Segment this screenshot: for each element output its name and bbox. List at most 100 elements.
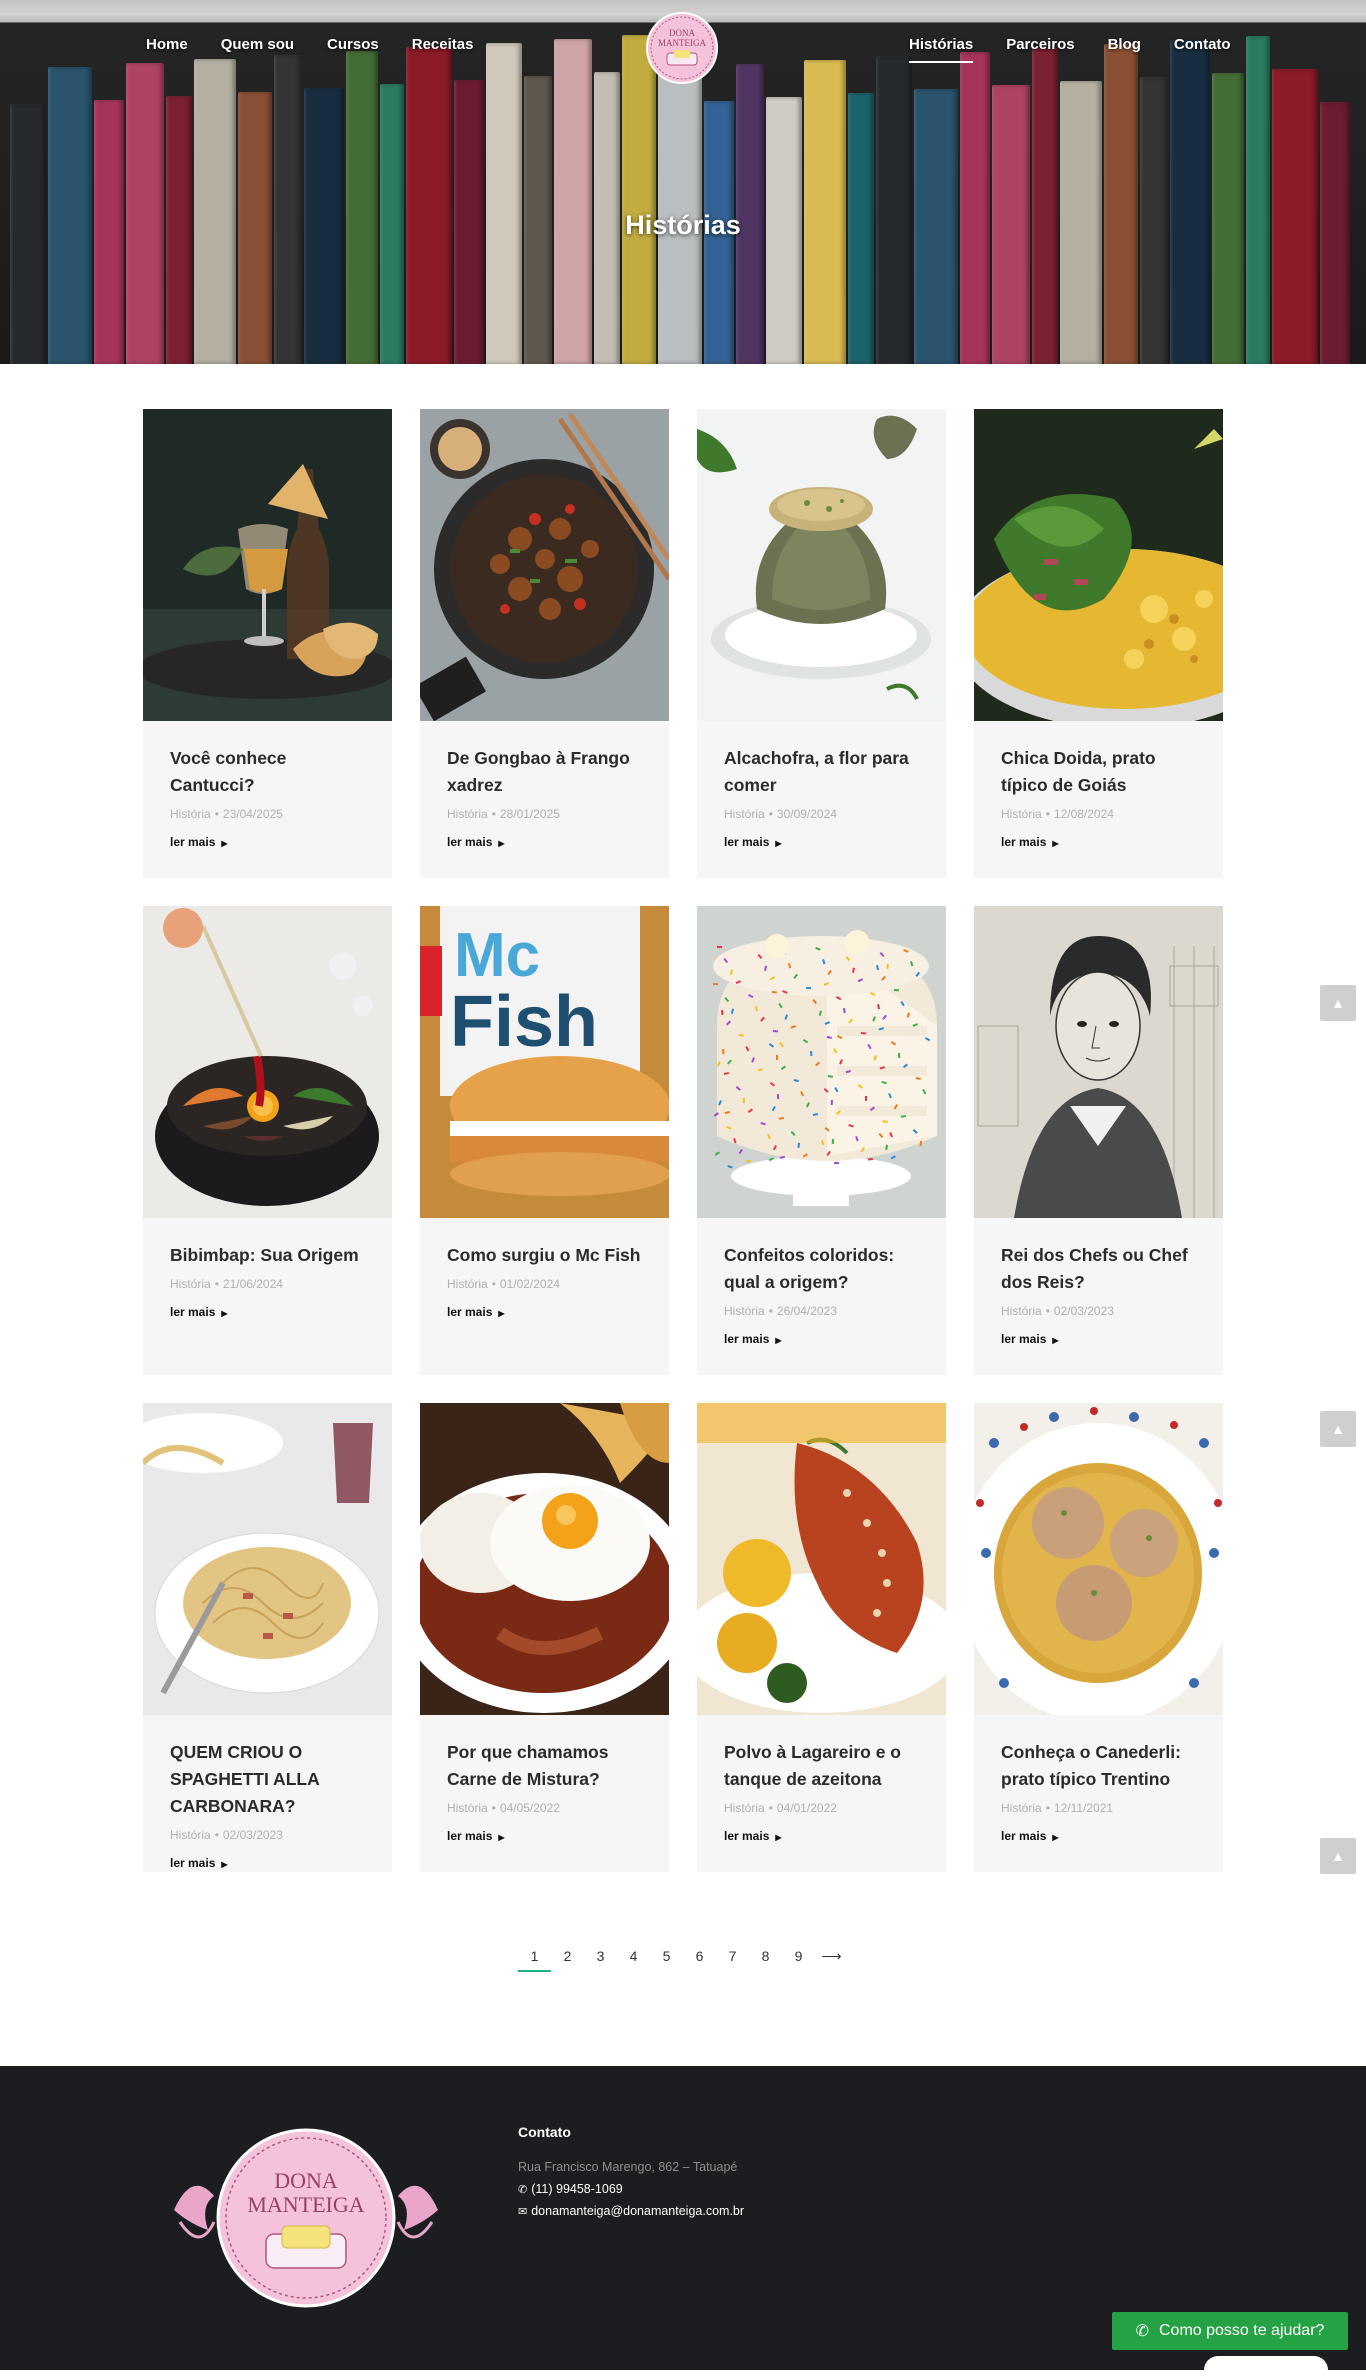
chat-widget-tab[interactable] <box>1204 2356 1328 2376</box>
post-title[interactable]: Alcachofra, a flor para comer <box>724 745 919 799</box>
read-more-link[interactable]: ler mais ▶ <box>724 835 782 849</box>
post-thumbnail[interactable] <box>974 906 1223 1218</box>
read-more-link[interactable]: ler mais ▶ <box>1001 1332 1059 1346</box>
post-category[interactable]: História <box>447 807 488 821</box>
page-link-6[interactable]: 6 <box>683 1948 716 1972</box>
post-card[interactable]: Por que chamamos Carne de Mistura? Histó… <box>420 1403 669 1872</box>
nav-parceiros[interactable]: Parceiros <box>1006 36 1074 63</box>
post-card[interactable]: Bibimbap: Sua Origem História • 21/06/2024… <box>143 906 392 1375</box>
site-logo[interactable]: DONA MANTEIGA <box>638 6 726 90</box>
post-title[interactable]: De Gongbao à Frango xadrez <box>447 745 642 799</box>
post-title[interactable]: Polvo à Lagareiro e o tanque de azeitona <box>724 1739 919 1793</box>
read-more-label: ler mais <box>1001 1332 1047 1346</box>
post-card[interactable]: Alcachofra, a flor para comer História • 3… <box>697 409 946 878</box>
post-category[interactable]: História <box>170 807 211 821</box>
post-thumbnail[interactable] <box>974 409 1223 721</box>
post-thumbnail[interactable] <box>697 1403 946 1715</box>
scroll-top-button[interactable]: ▲ <box>1320 1411 1356 1447</box>
read-more-link[interactable]: ler mais ▶ <box>170 1856 228 1870</box>
read-more-link[interactable]: ler mais ▶ <box>447 1305 505 1319</box>
post-title[interactable]: Conheça o Canederli: prato típico Trenti… <box>1001 1739 1196 1793</box>
read-more-link[interactable]: ler mais ▶ <box>1001 1829 1059 1843</box>
post-title[interactable]: Bibimbap: Sua Origem <box>170 1242 365 1269</box>
nav-contato[interactable]: Contato <box>1174 36 1231 63</box>
post-category[interactable]: História <box>447 1801 488 1815</box>
post-thumbnail[interactable] <box>143 409 392 721</box>
read-more-link[interactable]: ler mais ▶ <box>447 835 505 849</box>
page-link-3[interactable]: 3 <box>584 1948 617 1972</box>
read-more-link[interactable]: ler mais ▶ <box>1001 835 1059 849</box>
post-category[interactable]: História <box>1001 1304 1042 1318</box>
page-link-9[interactable]: 9 <box>782 1948 815 1972</box>
post-card[interactable]: Você conhece Cantucci? História • 23/04/20… <box>143 409 392 878</box>
post-title[interactable]: Como surgiu o Mc Fish <box>447 1242 642 1269</box>
post-thumbnail[interactable] <box>697 409 946 721</box>
post-category[interactable]: História <box>1001 1801 1042 1815</box>
nav-home[interactable]: Home <box>146 36 188 61</box>
post-card[interactable]: Mc Fish Como surgiu o Mc Fish História • 01… <box>420 906 669 1375</box>
page-link-2[interactable]: 2 <box>551 1948 584 1972</box>
read-more-label: ler mais <box>1001 835 1047 849</box>
read-more-label: ler mais <box>724 835 770 849</box>
svg-text:MANTEIGA: MANTEIGA <box>658 38 706 48</box>
nav-receitas[interactable]: Receitas <box>412 36 474 61</box>
post-category[interactable]: História <box>170 1828 211 1842</box>
post-thumbnail[interactable] <box>420 1403 669 1715</box>
phone-number[interactable]: (11) 99458-1069 <box>531 2182 623 2196</box>
post-card[interactable]: Rei dos Chefs ou Chef dos Reis? História… <box>974 906 1223 1375</box>
post-card[interactable]: QUEM CRIOU O SPAGHETTI ALLA CARBONARA? H… <box>143 1403 392 1872</box>
contact-phone[interactable]: ✆ (11) 99458-1069 <box>518 2182 744 2196</box>
post-title[interactable]: Rei dos Chefs ou Chef dos Reis? <box>1001 1242 1196 1296</box>
page-link-7[interactable]: 7 <box>716 1948 749 1972</box>
nav-cursos[interactable]: Cursos <box>327 36 379 61</box>
post-thumbnail[interactable] <box>143 906 392 1218</box>
caret-right-icon: ▶ <box>775 1336 782 1345</box>
read-more-link[interactable]: ler mais ▶ <box>170 835 228 849</box>
footer-logo[interactable]: DONA MANTEIGA <box>170 2122 442 2314</box>
page-link-4[interactable]: 4 <box>617 1948 650 1972</box>
read-more-link[interactable]: ler mais ▶ <box>447 1829 505 1843</box>
nav-quem-sou[interactable]: Quem sou <box>221 36 294 61</box>
email-address[interactable]: donamanteiga@donamanteiga.com.br <box>531 2204 744 2218</box>
post-meta: História • 02/03/2023 <box>170 1828 283 1842</box>
post-meta: História • 28/01/2025 <box>447 807 560 821</box>
post-title[interactable]: Chica Doida, prato típico de Goiás <box>1001 745 1196 799</box>
post-thumbnail[interactable] <box>974 1403 1223 1715</box>
page-link-8[interactable]: 8 <box>749 1948 782 1972</box>
whatsapp-chat-button[interactable]: ✆ Como posso te ajudar? <box>1112 2312 1348 2350</box>
read-more-label: ler mais <box>447 1829 493 1843</box>
post-thumbnail[interactable] <box>697 906 946 1218</box>
post-category[interactable]: História <box>724 807 765 821</box>
post-card[interactable]: Polvo à Lagareiro e o tanque de azeitona… <box>697 1403 946 1872</box>
post-title[interactable]: QUEM CRIOU O SPAGHETTI ALLA CARBONARA? <box>170 1739 365 1820</box>
post-meta: História • 01/02/2024 <box>447 1277 560 1291</box>
post-thumbnail[interactable] <box>143 1403 392 1715</box>
post-card[interactable]: Chica Doida, prato típico de Goiás Histó… <box>974 409 1223 878</box>
post-title[interactable]: Por que chamamos Carne de Mistura? <box>447 1739 642 1793</box>
post-thumbnail[interactable] <box>420 409 669 721</box>
page-link-5[interactable]: 5 <box>650 1948 683 1972</box>
post-date: 21/06/2024 <box>222 1277 283 1291</box>
post-card[interactable]: De Gongbao à Frango xadrez História • 28/0… <box>420 409 669 878</box>
post-category[interactable]: História <box>1001 807 1042 821</box>
read-more-link[interactable]: ler mais ▶ <box>724 1332 782 1346</box>
read-more-link[interactable]: ler mais ▶ <box>724 1829 782 1843</box>
scroll-top-button[interactable]: ▲ <box>1320 985 1356 1021</box>
page-link-1[interactable]: 1 <box>518 1948 551 1972</box>
nav-historias[interactable]: Histórias <box>909 36 974 63</box>
post-date: 26/04/2023 <box>776 1304 837 1318</box>
post-title[interactable]: Você conhece Cantucci? <box>170 745 365 799</box>
post-category[interactable]: História <box>724 1801 765 1815</box>
scroll-top-button[interactable]: ▲ <box>1320 1838 1356 1874</box>
post-card[interactable]: Confeitos coloridos: qual a origem? Hist… <box>697 906 946 1375</box>
post-category[interactable]: História <box>170 1277 211 1291</box>
nav-blog[interactable]: Blog <box>1108 36 1141 63</box>
next-page-arrow-icon[interactable]: ⟶ <box>815 1948 848 1972</box>
read-more-link[interactable]: ler mais ▶ <box>170 1305 228 1319</box>
post-category[interactable]: História <box>447 1277 488 1291</box>
post-card[interactable]: Conheça o Canederli: prato típico Trenti… <box>974 1403 1223 1872</box>
contact-email[interactable]: ✉ donamanteiga@donamanteiga.com.br <box>518 2204 744 2218</box>
post-thumbnail[interactable]: McFish <box>420 906 669 1218</box>
post-category[interactable]: História <box>724 1304 765 1318</box>
post-title[interactable]: Confeitos coloridos: qual a origem? <box>724 1242 919 1296</box>
